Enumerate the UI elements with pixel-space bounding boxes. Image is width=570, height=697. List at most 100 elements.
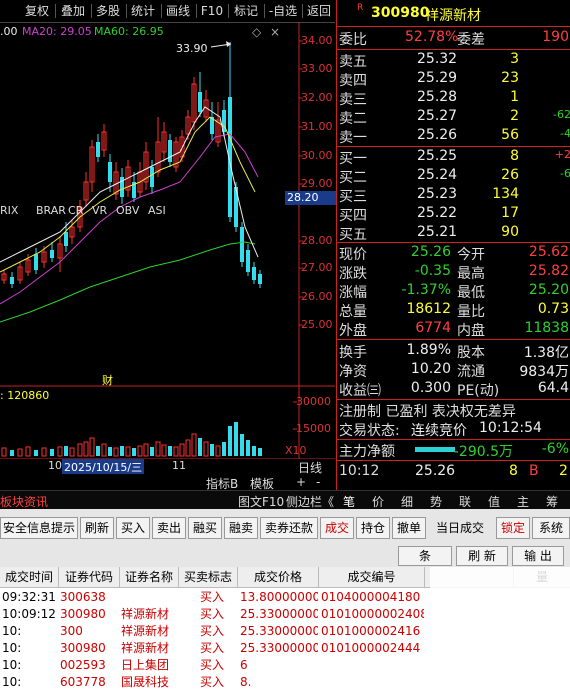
volume-bar bbox=[25, 446, 31, 457]
toolbar-stats-button[interactable]: 统计 bbox=[128, 3, 158, 19]
ma60-line bbox=[0, 241, 256, 323]
diamond-icon[interactable]: ◇ bbox=[252, 25, 261, 39]
weibi-label: 委比 bbox=[339, 32, 367, 48]
ask-price[interactable]: 25.27 bbox=[417, 108, 457, 124]
zoom-in-button[interactable]: + bbox=[296, 475, 306, 489]
tab-value[interactable]: 值 bbox=[488, 493, 500, 510]
chart-bottom-bar: 指标B 模板 + - bbox=[0, 474, 335, 491]
toolbar-fuquan-button[interactable]: 复权 bbox=[22, 3, 52, 19]
volume-bar bbox=[57, 446, 63, 457]
ask-volume: 56 bbox=[501, 127, 519, 143]
ma5-line bbox=[0, 106, 259, 263]
indicator-tab-brar[interactable]: BRAR bbox=[36, 204, 66, 217]
table-cell-time: 10:09:12 bbox=[2, 607, 56, 621]
col-header-name[interactable]: 证券名称 bbox=[120, 567, 179, 588]
zoom-out-button[interactable]: - bbox=[316, 475, 320, 489]
ask-price[interactable]: 25.26 bbox=[417, 127, 457, 143]
col-header-code[interactable]: 证券代码 bbox=[59, 567, 120, 588]
margin-buy-button[interactable]: 融买 bbox=[188, 517, 222, 539]
table-cell-side: 买入 bbox=[200, 624, 225, 638]
tick-side: B bbox=[529, 463, 539, 479]
toolbar-mark-button[interactable]: 标记 bbox=[231, 3, 261, 19]
toolbar-remove-favorite-button[interactable]: -自选 bbox=[266, 3, 300, 19]
bid-price[interactable]: 25.22 bbox=[417, 205, 457, 221]
table-cell-price: 25.33000000 bbox=[240, 607, 318, 621]
security-info-button[interactable]: 安全信息提示 bbox=[0, 517, 78, 539]
table-cell-time: 10: bbox=[2, 641, 22, 655]
col-header-price[interactable]: 成交价格 bbox=[238, 567, 319, 588]
weicha-value: 190 bbox=[542, 29, 569, 45]
toolbar-overlay-button[interactable]: 叠加 bbox=[58, 3, 88, 19]
indicator-tab-rix[interactable]: RIX bbox=[0, 204, 18, 217]
close-icon[interactable]: × bbox=[270, 25, 280, 39]
positions-button[interactable]: 持仓 bbox=[356, 517, 390, 539]
financial-report-marker[interactable]: 财 bbox=[102, 372, 113, 388]
period-daily-button[interactable]: 日线 bbox=[298, 459, 322, 476]
ask-label: 卖三 bbox=[339, 92, 367, 108]
tab-chips[interactable]: 筹 bbox=[546, 493, 558, 510]
sell-button[interactable]: 卖出 bbox=[152, 517, 186, 539]
margin-sell-button[interactable]: 融卖 bbox=[224, 517, 258, 539]
ask-price[interactable]: 25.29 bbox=[417, 70, 457, 86]
tab-sidebar[interactable]: 侧边栏《 bbox=[286, 493, 334, 510]
indicator-tab-obv[interactable]: OBV bbox=[116, 204, 139, 217]
tab-trend[interactable]: 势 bbox=[430, 493, 442, 510]
refresh-list-button[interactable]: 刷 新 bbox=[456, 546, 508, 566]
toolbar-back-button[interactable]: 返回 bbox=[304, 3, 334, 19]
volume-bar bbox=[108, 447, 112, 456]
table-cell-side: 买入 bbox=[200, 641, 225, 655]
tab-f10[interactable]: 图文F10 bbox=[238, 493, 284, 510]
ask-price[interactable]: 25.32 bbox=[417, 51, 457, 67]
stat-value: 0.73 bbox=[537, 301, 569, 317]
filled-orders-table: 成交时间 证券代码 证券名称 买卖标志 成交价格 成交编号 量 09:32:31… bbox=[0, 567, 570, 697]
table-cell-side: 买入 bbox=[200, 658, 225, 672]
tab-price[interactable]: 价 bbox=[372, 493, 384, 510]
bid-price[interactable]: 25.25 bbox=[417, 148, 457, 164]
candle-body bbox=[258, 274, 262, 284]
indicator-tab-cr[interactable]: CR bbox=[68, 204, 83, 217]
filled-orders-button[interactable]: 成交 bbox=[320, 517, 354, 539]
toolbar-multi-stock-button[interactable]: 多股 bbox=[93, 3, 123, 19]
bid-price[interactable]: 25.24 bbox=[417, 167, 457, 183]
col-header-side[interactable]: 买卖标志 bbox=[179, 567, 238, 588]
volume-bar bbox=[240, 434, 244, 456]
toolbar-f10-button[interactable]: F10 bbox=[199, 3, 225, 19]
lock-button[interactable]: 锁定 bbox=[496, 517, 530, 539]
cursor-date: 2025/10/15/三 bbox=[62, 459, 145, 475]
ask-volume: 2 bbox=[510, 108, 519, 124]
bid-row: 买五 25.21 90 bbox=[337, 224, 570, 243]
cancel-order-button[interactable]: 撤单 bbox=[392, 517, 426, 539]
ask-label: 卖一 bbox=[339, 130, 367, 146]
buy-button[interactable]: 买入 bbox=[116, 517, 150, 539]
bid-price[interactable]: 25.21 bbox=[417, 224, 457, 240]
col-header-time[interactable]: 成交时间 bbox=[0, 567, 59, 588]
bid-price[interactable]: 25.23 bbox=[417, 186, 457, 202]
weibi-value: 52.78% bbox=[405, 29, 459, 45]
weibi-row: 委比 52.78% 委差 190 bbox=[337, 29, 570, 48]
sell-repay-button[interactable]: 卖券还款 bbox=[260, 517, 318, 539]
export-button[interactable]: 输 出 bbox=[512, 546, 564, 566]
filter-button[interactable]: 条 bbox=[398, 546, 452, 566]
stat-label: PE(动) bbox=[457, 383, 500, 399]
tab-linked[interactable]: 联 bbox=[459, 493, 471, 510]
table-cell-name bbox=[121, 589, 177, 606]
indicator-tab-asi[interactable]: ASI bbox=[148, 204, 166, 217]
tab-main[interactable]: 主 bbox=[517, 493, 529, 510]
table-cell-code: 300980 bbox=[60, 641, 106, 655]
refresh-button[interactable]: 刷新 bbox=[80, 517, 114, 539]
system-button[interactable]: 系统 bbox=[532, 517, 570, 539]
tab-detail[interactable]: 细 bbox=[401, 493, 413, 510]
today-filled-label[interactable]: 当日成交 bbox=[428, 517, 492, 539]
toolbar-draw-line-button[interactable]: 画线 bbox=[163, 3, 193, 19]
table-cell-name: 日上集团 bbox=[121, 658, 170, 672]
volume-bar bbox=[191, 433, 197, 457]
col-header-number[interactable]: 成交编号 bbox=[319, 567, 425, 588]
table-cell-name: 祥源新材 bbox=[121, 624, 170, 638]
indicator-tab-vr[interactable]: VR bbox=[92, 204, 107, 217]
tick-row: 10:12 25.26 8 B 2 bbox=[337, 463, 570, 482]
kline-chart[interactable]: .00 MA20: 29.05 MA60: 26.95 ◇ × 33.90 34… bbox=[0, 22, 337, 462]
ask-price[interactable]: 25.28 bbox=[417, 89, 457, 105]
volume-bar bbox=[137, 445, 143, 457]
tab-ticks[interactable]: 笔 bbox=[343, 493, 355, 510]
sector-news-tab[interactable]: 板块资讯 bbox=[0, 493, 48, 510]
